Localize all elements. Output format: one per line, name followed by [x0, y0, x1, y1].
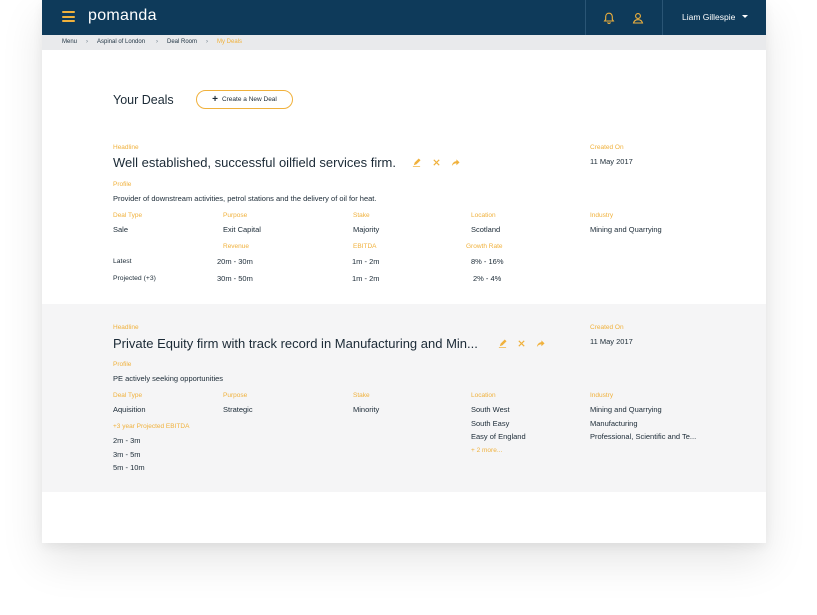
breadcrumb-aspinal[interactable]: Aspinal of London [97, 39, 145, 45]
profile-label: Profile [113, 361, 132, 368]
breadcrumb-menu[interactable]: Menu [62, 39, 77, 45]
location-value: South Easy [471, 419, 510, 428]
stake-label: Stake [353, 392, 370, 399]
delete-icon[interactable] [517, 339, 526, 348]
growth-projected: 2% - 4% [473, 274, 502, 283]
breadcrumb-my-deals: My Deals [217, 39, 243, 45]
breadcrumb-separator: › [156, 39, 158, 45]
projected-label: Projected (+3) [113, 275, 156, 282]
breadcrumb: Menu › Aspinal of London › Deal Room › M… [42, 35, 766, 50]
bell-icon[interactable] [602, 11, 616, 25]
deal-type-value: Aquisition [113, 405, 146, 414]
user-icon[interactable] [631, 11, 645, 25]
growth-rate-label: Growth Rate [466, 243, 503, 250]
growth-latest: 8% - 16% [471, 257, 504, 266]
plus-icon: + [212, 93, 218, 105]
location-label: Location [471, 212, 496, 219]
headline-label: Headline [113, 324, 139, 331]
locations-more-link[interactable]: + 2 more... [471, 447, 502, 454]
location-label: Location [471, 392, 496, 399]
created-label: Created On [590, 144, 624, 151]
purpose-label: Purpose [223, 212, 248, 219]
projected-ebitda-label: +3 year Projected EBITDA [113, 423, 190, 430]
revenue-latest: 20m - 30m [217, 257, 253, 266]
location-value: South West [471, 405, 510, 414]
pomanda-logo[interactable]: pomanda [88, 7, 157, 25]
caret-down-icon[interactable] [742, 15, 748, 18]
latest-label: Latest [113, 258, 132, 265]
ebitda-range: 2m - 3m [113, 436, 141, 445]
app-window: pomanda Liam Gillespie Menu › Aspinal of… [42, 0, 766, 543]
delete-icon[interactable] [432, 158, 441, 167]
menu-icon[interactable] [62, 11, 75, 22]
revenue-projected: 30m - 50m [217, 274, 253, 283]
breadcrumb-deal-room[interactable]: Deal Room [167, 39, 197, 45]
share-icon[interactable] [536, 339, 545, 348]
share-icon[interactable] [451, 158, 460, 167]
profile-text: PE actively seeking opportunities [113, 374, 224, 383]
created-date: 11 May 2017 [590, 157, 633, 166]
purpose-value: Strategic [223, 405, 253, 414]
location-value: Easy of England [471, 432, 526, 441]
industry-label: Industry [590, 212, 614, 219]
created-date: 11 May 2017 [590, 337, 633, 346]
revenue-label: Revenue [223, 243, 250, 250]
profile-label: Profile [113, 181, 132, 188]
created-label: Created On [590, 324, 624, 331]
stake-label: Stake [353, 212, 370, 219]
industry-value: Mining and Quarrying [590, 225, 662, 234]
stake-value: Majority [353, 225, 380, 234]
page-title: Your Deals [113, 93, 174, 107]
divider [662, 0, 663, 35]
profile-text: Provider of downstream activities, petro… [113, 194, 377, 203]
purpose-label: Purpose [223, 392, 248, 399]
edit-icon[interactable] [498, 339, 507, 348]
ebitda-latest: 1m - 2m [352, 257, 380, 266]
deal-type-value: Sale [113, 225, 129, 234]
deal-type-label: Deal Type [113, 392, 143, 399]
headline-label: Headline [113, 144, 139, 151]
industry-value: Manufacturing [590, 419, 638, 428]
ebitda-range: 3m - 5m [113, 450, 141, 459]
ebitda-range: 5m - 10m [113, 463, 145, 472]
location-value: Scotland [471, 225, 501, 234]
ebitda-projected: 1m - 2m [352, 274, 380, 283]
create-new-deal-label: Create a New Deal [221, 96, 277, 103]
purpose-value: Exit Capital [223, 225, 261, 234]
user-name[interactable]: Liam Gillespie [682, 12, 735, 22]
breadcrumb-separator: › [206, 39, 208, 45]
ebitda-label: EBITDA [353, 243, 377, 250]
deal-card[interactable]: Headline Well established, successful oi… [42, 140, 766, 304]
top-bar: pomanda Liam Gillespie [42, 0, 766, 35]
industry-value: Professional, Scientific and Te... [590, 432, 697, 441]
divider [585, 0, 586, 35]
breadcrumb-separator: › [86, 39, 88, 45]
create-new-deal-button[interactable]: + Create a New Deal [196, 90, 293, 109]
industry-value: Mining and Quarrying [590, 405, 662, 414]
stake-value: Minority [353, 405, 380, 414]
deal-card[interactable]: Headline Private Equity firm with track … [42, 304, 766, 492]
deal-headline[interactable]: Well established, successful oilfield se… [113, 155, 396, 170]
industry-label: Industry [590, 392, 614, 399]
deal-type-label: Deal Type [113, 212, 143, 219]
edit-icon[interactable] [412, 158, 421, 167]
deal-headline[interactable]: Private Equity firm with track record in… [113, 336, 478, 351]
